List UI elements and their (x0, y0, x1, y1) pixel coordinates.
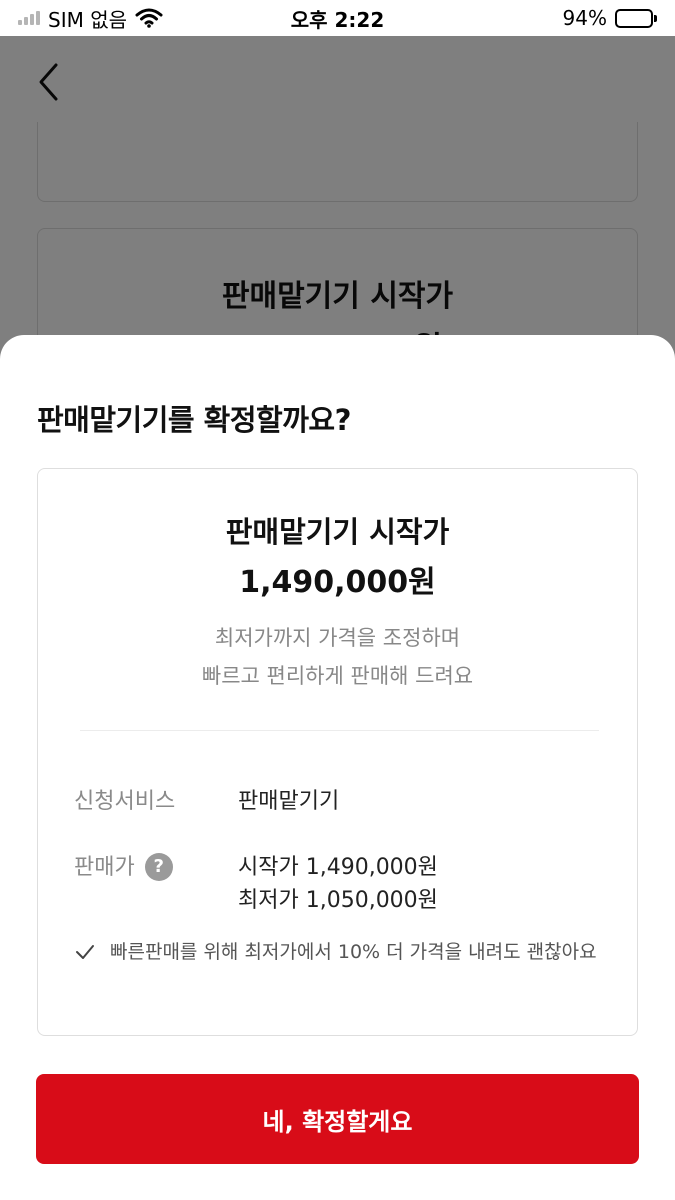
sheet-title: 판매맡기기를 확정할까요? (37, 403, 351, 437)
card-description: 최저가까지 가격을 조정하며 빠르고 편리하게 판매해 드려요 (38, 619, 637, 695)
service-value: 판매맡기기 (238, 789, 340, 814)
price-label-text: 판매가 (74, 855, 135, 880)
confirm-summary-card: 판매맡기기 시작가 1,490,000원 최저가까지 가격을 조정하며 빠르고 … (37, 468, 638, 1036)
wifi-icon (135, 8, 163, 28)
confirm-button[interactable]: 네, 확정할게요 (36, 1074, 639, 1164)
divider (80, 730, 599, 731)
price-values: 시작가 1,490,000원 최저가 1,050,000원 (238, 851, 438, 917)
agree-checkbox-row[interactable]: 빠른판매를 위해 최저가에서 10% 더 가격을 내려도 괜찮아요 (74, 937, 607, 968)
start-price: 1,490,000원 (239, 565, 436, 600)
status-left: SIM 없음 (18, 4, 163, 33)
price-label: 판매가 ? (74, 851, 238, 917)
service-row: 신청서비스 판매맡기기 (74, 785, 339, 818)
price-row: 판매가 ? 시작가 1,490,000원 최저가 1,050,000원 (74, 851, 438, 917)
agree-text: 빠른판매를 위해 최저가에서 10% 더 가격을 내려도 괜찮아요 (110, 941, 597, 963)
carrier-label: SIM 없음 (48, 7, 128, 32)
service-label-text: 신청서비스 (74, 789, 176, 814)
card-title: 판매맡기기 시작가 (225, 515, 450, 549)
min-price-value: 최저가 1,050,000원 (238, 888, 438, 913)
start-price-value: 시작가 1,490,000원 (238, 855, 438, 880)
help-icon[interactable]: ? (144, 853, 173, 881)
description-line: 빠르고 편리하게 판매해 드려요 (201, 664, 474, 688)
battery-icon (615, 8, 657, 28)
cellular-signal-icon (18, 11, 40, 25)
status-bar: SIM 없음 오후 2:22 94% (0, 0, 675, 36)
battery-percent: 94% (562, 6, 607, 30)
check-icon[interactable] (74, 941, 96, 963)
description-line: 최저가까지 가격을 조정하며 (214, 626, 461, 650)
status-right: 94% (563, 6, 657, 30)
app-screen: SIM 없음 오후 2:22 94% 판매맡기기 시작가 (0, 0, 675, 1200)
service-label: 신청서비스 (74, 785, 238, 818)
confirm-bottom-sheet: 판매맡기기를 확정할까요? 판매맡기기 시작가 1,490,000원 최저가까지… (0, 335, 675, 1200)
